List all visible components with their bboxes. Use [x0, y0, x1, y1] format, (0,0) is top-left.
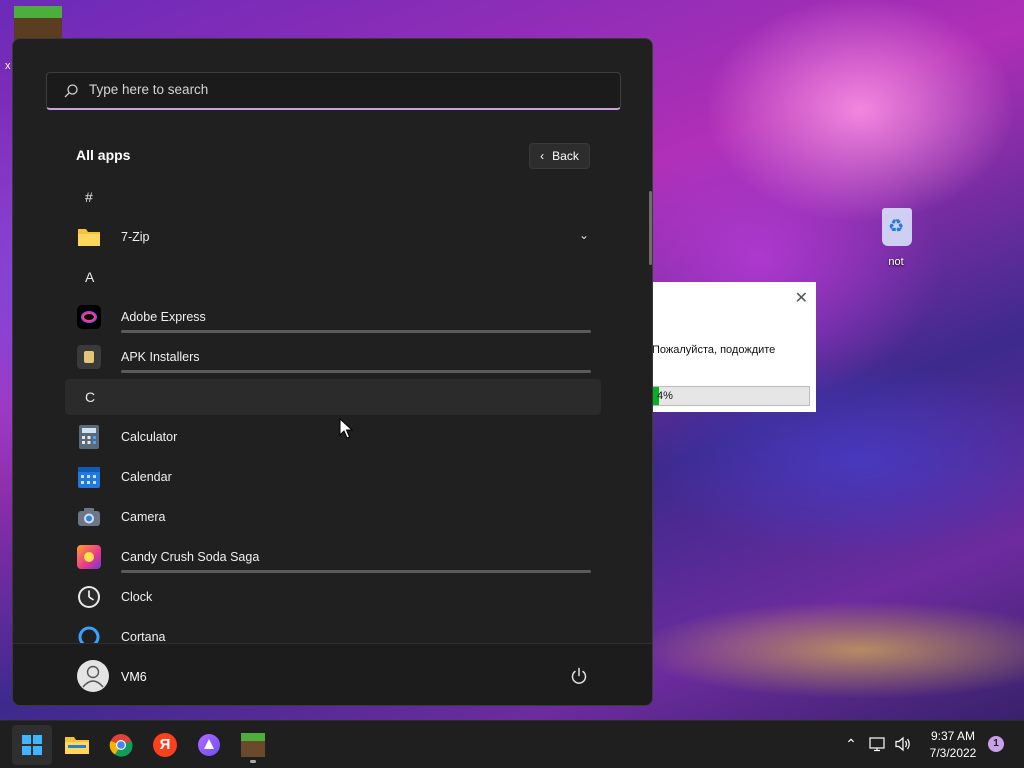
section-letter: C [85, 389, 96, 405]
app-item-adobe-express[interactable]: Adobe Express [65, 299, 601, 335]
calculator-icon [77, 425, 101, 449]
section-header-hash[interactable]: # [65, 179, 601, 215]
cortana-icon [77, 625, 101, 643]
app-list-scrollbar[interactable] [649, 191, 652, 265]
adobe-express-icon [77, 305, 101, 329]
folder-icon [77, 225, 101, 249]
app-item-cortana[interactable]: Cortana [65, 619, 601, 643]
power-icon[interactable] [569, 666, 589, 686]
app-item-apk-installers[interactable]: APK Installers [65, 339, 601, 375]
app-label: Cortana [121, 630, 166, 643]
tray-overflow-chevron-up-icon[interactable]: ⌃ [840, 733, 862, 755]
chevron-down-icon[interactable]: ⌄ [579, 228, 589, 242]
recycle-bin-label: not [888, 256, 904, 268]
app-item-camera[interactable]: Camera [65, 499, 601, 535]
app-label: Calendar [121, 470, 172, 484]
app-item-clock[interactable]: Clock [65, 579, 601, 615]
progress-dialog: ✕ Пожалуйста, подождите 4% [640, 282, 816, 412]
app-label: Candy Crush Soda Saga [121, 550, 260, 564]
back-button[interactable]: ‹ Back [529, 143, 590, 169]
tray-volume-icon[interactable] [892, 733, 914, 755]
taskbar: Я ⌃ 9:37 AM 7/3/2022 1 [0, 720, 1024, 768]
app-label: Camera [121, 510, 166, 524]
app-item-calculator[interactable]: Calculator [65, 419, 601, 455]
app-label: Calculator [121, 430, 178, 444]
section-header-a[interactable]: A [65, 259, 601, 295]
app-label: 7-Zip [121, 230, 150, 244]
yandex-browser-icon: Я [153, 733, 177, 757]
app-item-7-zip[interactable]: 7-Zip ⌄ [65, 219, 601, 255]
section-letter: # [85, 189, 93, 205]
recycle-bin-icon[interactable]: ♻ [876, 204, 918, 252]
dialog-progress-bar: 4% [652, 386, 810, 406]
desktop-corner-label: x [5, 60, 11, 72]
dialog-progress-text: 4% [657, 390, 673, 402]
taskbar-alice[interactable] [189, 725, 229, 765]
app-label: Adobe Express [121, 310, 206, 324]
all-apps-title: All apps [76, 147, 131, 163]
file-explorer-icon [65, 737, 89, 754]
start-menu: All apps ‹ Back #7-Zip ⌄ A Adobe Express APK… [12, 38, 653, 706]
search-box[interactable] [46, 72, 621, 110]
apk-installer-icon [77, 345, 101, 369]
dialog-message: Пожалуйста, подождите [652, 344, 776, 356]
user-avatar[interactable] [77, 660, 109, 692]
app-item-calendar[interactable]: Calendar [65, 459, 601, 495]
clock-date: 7/3/2022 [929, 746, 977, 760]
windows-start-icon [22, 735, 42, 755]
app-item-candy-crush-soda-saga[interactable]: Candy Crush Soda Saga [65, 539, 601, 575]
taskbar-minecraft[interactable] [233, 725, 273, 765]
clock-icon [77, 585, 101, 609]
back-button-label: Back [552, 149, 579, 163]
app-label: APK Installers [121, 350, 200, 364]
mouse-cursor-icon [339, 418, 353, 439]
minecraft-icon [241, 733, 265, 757]
install-progress-bar [121, 330, 591, 333]
install-progress-bar [121, 570, 591, 573]
start-footer: VM6 [13, 643, 652, 705]
notification-badge[interactable]: 1 [988, 736, 1004, 752]
search-icon [64, 84, 78, 98]
section-letter: A [85, 269, 95, 285]
install-progress-bar [121, 370, 591, 373]
start-button[interactable] [12, 725, 52, 765]
running-indicator [250, 760, 256, 763]
chevron-left-icon: ‹ [540, 149, 545, 163]
user-name[interactable]: VM6 [121, 670, 147, 684]
all-apps-list: #7-Zip ⌄ A Adobe Express APK Installers C Calc… [65, 179, 612, 643]
user-icon [82, 665, 104, 688]
candy-crush-icon [77, 545, 101, 569]
alice-icon [198, 734, 220, 756]
taskbar-chrome[interactable] [101, 725, 141, 765]
app-label: Clock [121, 590, 153, 604]
taskbar-clock[interactable]: 9:37 AM 7/3/2022 [918, 728, 988, 762]
dialog-close-button[interactable]: ✕ [795, 288, 808, 308]
tray-network-icon[interactable] [867, 733, 889, 755]
section-header-c[interactable]: C [65, 379, 601, 415]
chrome-icon [109, 734, 133, 757]
camera-icon [77, 505, 101, 529]
taskbar-yandex-browser[interactable]: Я [145, 725, 185, 765]
clock-time: 9:37 AM [930, 729, 976, 743]
calendar-icon [77, 465, 101, 489]
taskbar-file-explorer[interactable] [57, 725, 97, 765]
search-input[interactable] [89, 82, 589, 97]
